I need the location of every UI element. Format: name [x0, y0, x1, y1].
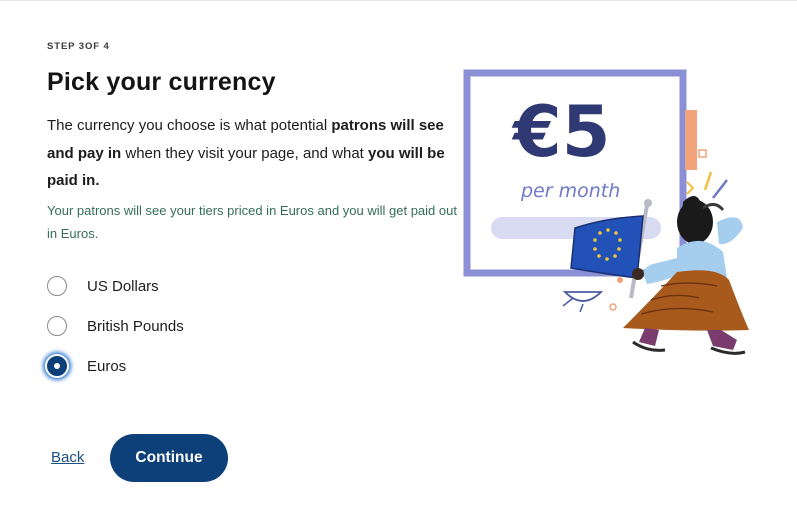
page-description: The currency you choose is what potentia…: [47, 112, 457, 195]
back-link[interactable]: Back: [51, 449, 84, 466]
confetti-icon: [698, 149, 707, 158]
radio-us-dollars[interactable]: [47, 276, 67, 296]
currency-option-us-dollars[interactable]: US Dollars: [47, 273, 159, 299]
radio-label: British Pounds: [87, 317, 184, 335]
currency-illustration: €5 per month: [463, 69, 749, 355]
currency-note: Your patrons will see your tiers priced …: [47, 203, 457, 241]
currency-option-british-pounds[interactable]: British Pounds: [47, 313, 184, 339]
currency-option-euros[interactable]: Euros: [47, 353, 126, 379]
sparkle-icon: [686, 181, 695, 195]
price-period-text: per month: [520, 180, 620, 202]
confetti-icon: [617, 277, 623, 283]
radio-euros[interactable]: [47, 356, 67, 376]
step-indicator: STEP 3OF 4: [47, 41, 110, 52]
continue-button[interactable]: Continue: [110, 434, 228, 482]
confetti-icon: [609, 303, 617, 311]
description-text: when they visit your page, and what: [121, 144, 368, 162]
sparkle-icon: [712, 179, 728, 199]
description-text: The currency you choose is what potentia…: [47, 117, 332, 134]
sparkle-icon: [703, 171, 713, 191]
radio-label: US Dollars: [87, 277, 159, 295]
price-euro-text: €5: [511, 91, 610, 173]
top-divider: [0, 0, 797, 1]
page-title: Pick your currency: [47, 68, 276, 96]
radio-label: Euros: [87, 357, 127, 375]
radio-british-pounds[interactable]: [47, 316, 67, 336]
